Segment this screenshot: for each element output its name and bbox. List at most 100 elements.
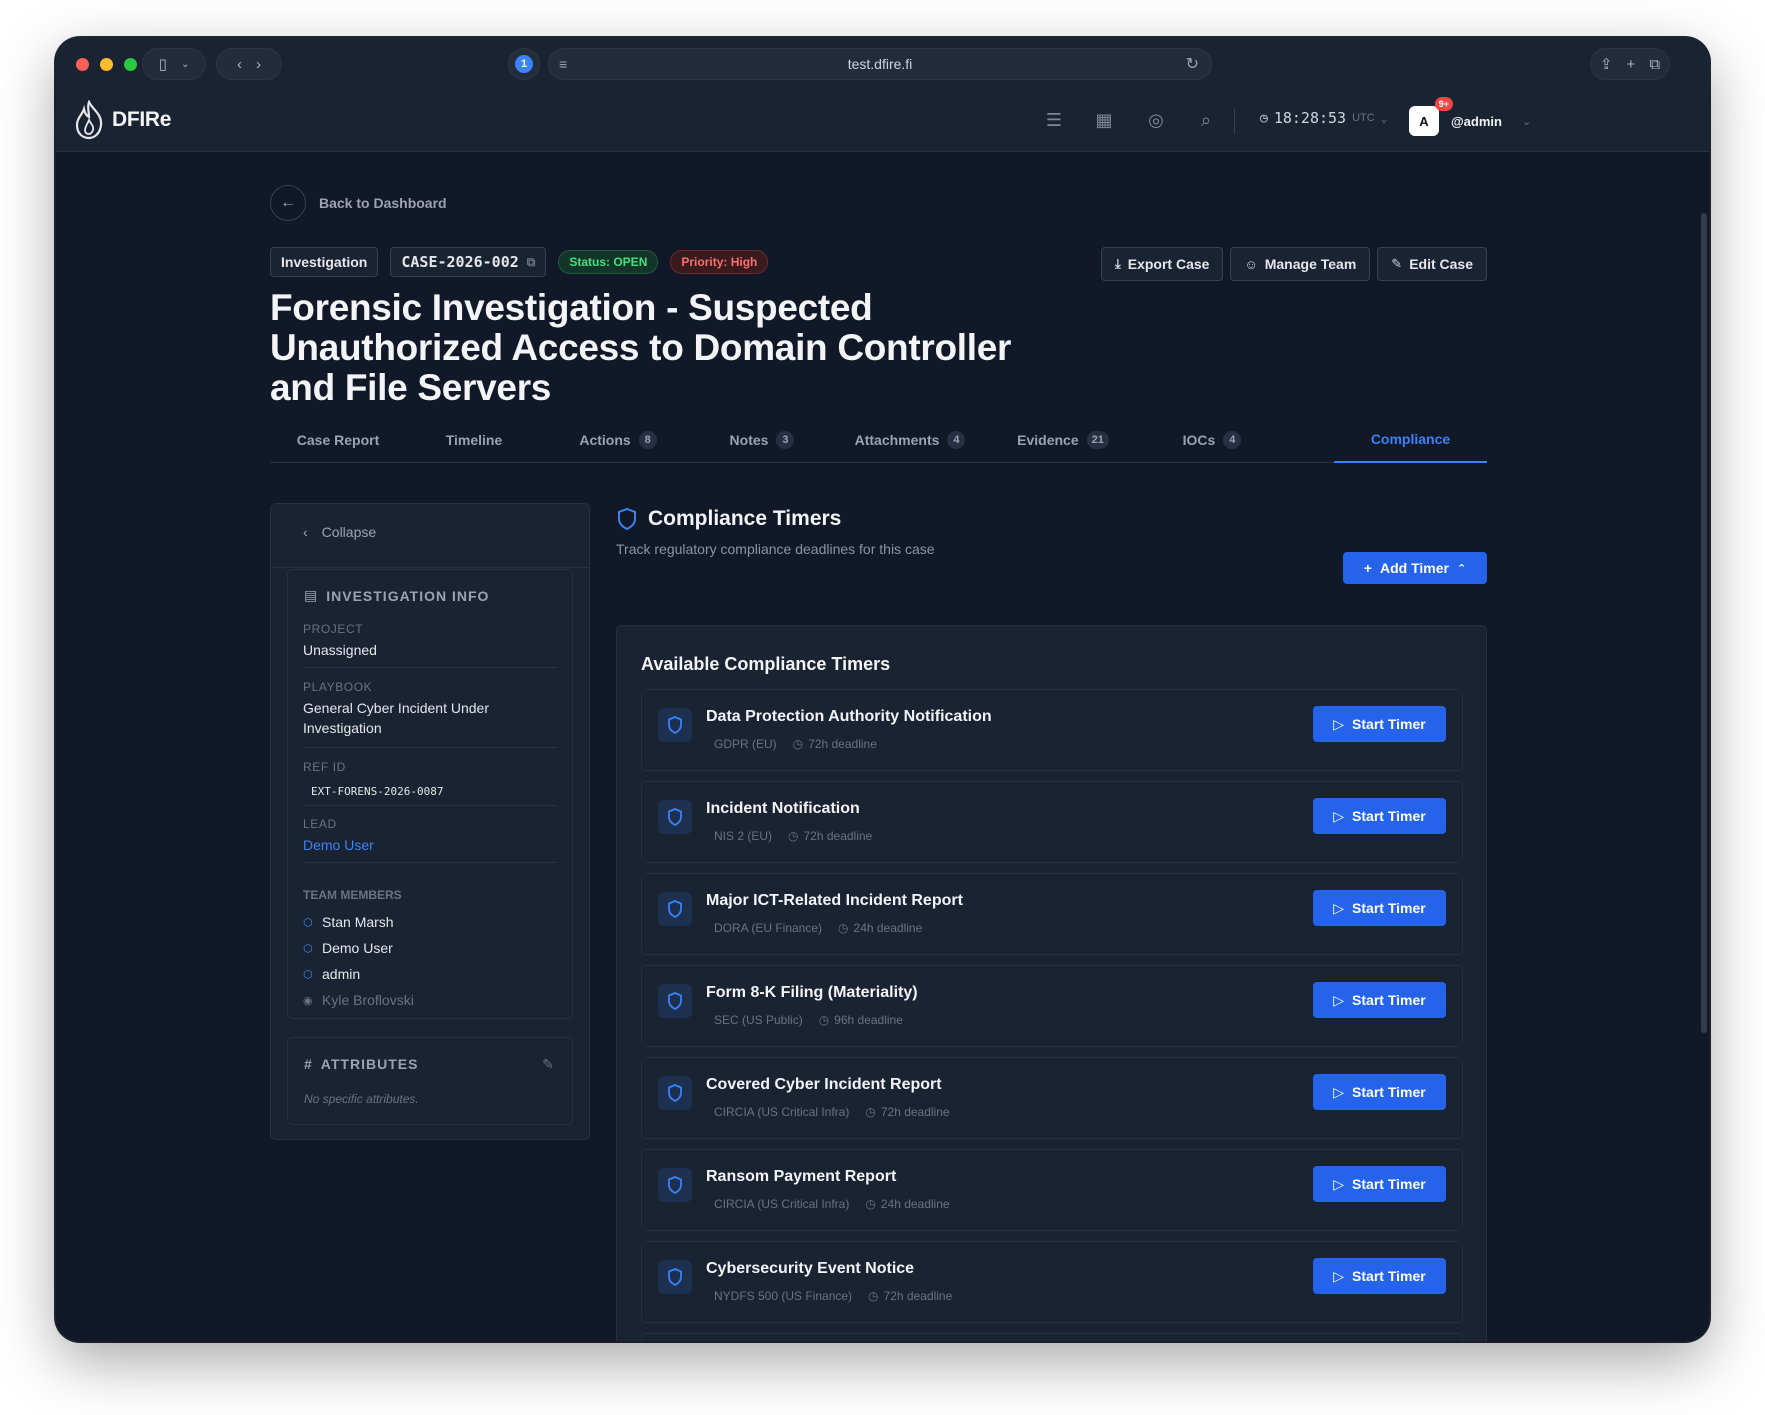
tab-attachments[interactable]: Attachments 4 (830, 417, 990, 463)
section-title: ATTRIBUTES (320, 1056, 419, 1072)
start-timer-button[interactable]: ▷ Start Timer (1313, 798, 1446, 834)
status-badge: Status: OPEN (558, 250, 659, 274)
project-field: PROJECT Unassigned (303, 622, 557, 668)
shield-icon: ⬡ (303, 916, 313, 929)
new-tab-icon[interactable]: + (1627, 56, 1636, 73)
tab-evidence[interactable]: Evidence 21 (990, 417, 1136, 463)
app-logo[interactable]: DFIRe (72, 100, 171, 140)
tab-notes[interactable]: Notes 3 (694, 417, 830, 463)
add-timer-button[interactable]: + Add Timer ⌃ (1343, 552, 1487, 584)
manage-team-button[interactable]: ☺ Manage Team (1230, 247, 1371, 281)
playbook-value: General Cyber Incident Under Investigati… (303, 700, 489, 736)
start-timer-label: Start Timer (1352, 992, 1426, 1008)
list-icon[interactable]: ☰ (1042, 108, 1066, 132)
tab-case-report[interactable]: Case Report (270, 417, 406, 463)
lead-link[interactable]: Demo User (303, 835, 557, 855)
tab-label: Actions (579, 432, 631, 448)
play-icon: ▷ (1333, 1083, 1345, 1100)
forward-arrow-icon[interactable]: › (256, 56, 261, 73)
reload-icon[interactable]: ↻ (1186, 54, 1199, 74)
history-nav[interactable]: ‹ › (216, 48, 282, 80)
edit-case-button[interactable]: ✎ Edit Case (1377, 247, 1487, 281)
tab-actions[interactable]: Actions 8 (542, 417, 694, 463)
utc-clock[interactable]: ◷ 18:28:53 UTC ⌄ (1260, 109, 1387, 127)
address-bar[interactable]: ≡ test.dfire.fi ↻ (548, 48, 1212, 80)
timer-meta: CIRCIA (US Critical Infra) ◷ 72h deadline (714, 1105, 950, 1119)
tab-timeline[interactable]: Timeline (406, 417, 542, 463)
clock-time: 18:28:53 (1273, 109, 1347, 127)
pencil-icon[interactable]: ✎ (542, 1056, 554, 1073)
avatar[interactable]: A 9+ (1409, 97, 1453, 136)
timer-deadline: ◷ 24h deadline (838, 921, 922, 935)
tab-compliance[interactable]: Compliance (1334, 417, 1487, 463)
lead-field: LEAD Demo User (303, 817, 557, 863)
start-timer-button[interactable]: ▷ Start Timer (1313, 1166, 1446, 1202)
compliance-subtitle: Track regulatory compliance deadlines fo… (616, 541, 935, 557)
start-timer-button[interactable]: ▷ Start Timer (1313, 706, 1446, 742)
timer-row: Ransom Payment Report CIRCIA (US Critica… (641, 1149, 1463, 1231)
case-actions: ⤓ Export Case ☺ Manage Team ✎ Edit Case (1101, 247, 1487, 281)
tab-label: Attachments (854, 432, 940, 448)
play-icon: ▷ (1333, 1175, 1345, 1192)
timer-regulation: NYDFS 500 (US Finance) (714, 1289, 853, 1303)
case-id: CASE-2026-002 (401, 253, 519, 271)
play-icon: ▷ (1333, 715, 1345, 732)
maximize-window-button[interactable] (124, 58, 137, 71)
tab-label: Evidence (1017, 432, 1079, 448)
team-member: ⬡ admin (303, 966, 414, 982)
username: @admin (1451, 113, 1502, 129)
start-timer-button[interactable]: ▷ Start Timer (1313, 890, 1446, 926)
timer-row: Cybersecurity Event Notice NYDFS 500 (US… (641, 1241, 1463, 1323)
tab-count: 21 (1086, 431, 1109, 449)
share-icon[interactable]: ⇪ (1600, 55, 1613, 73)
collapse-sidebar-button[interactable]: ‹ Collapse (303, 524, 376, 540)
fingerprint-icon[interactable]: ◎ (1144, 108, 1168, 132)
app-name: DFIRe (112, 108, 172, 131)
team-members: TEAM MEMBERS ⬡ Stan Marsh ⬡ Demo User ⬡ … (303, 888, 414, 1008)
page-scrollbar[interactable] (1701, 213, 1707, 1033)
building-icon[interactable]: ▦ (1092, 108, 1116, 132)
flame-logo-icon (75, 100, 103, 140)
back-arrow-icon[interactable]: ‹ (237, 56, 242, 73)
start-timer-button[interactable]: ▷ Start Timer (1313, 1074, 1446, 1110)
tabs-overview-icon[interactable]: ⧉ (1649, 56, 1660, 73)
compliance-title-text: Compliance Timers (648, 507, 842, 530)
case-tags: Investigation CASE-2026-002 ⧉ Status: OP… (270, 247, 769, 277)
available-timers-panel: Available Compliance Timers Data Protect… (616, 625, 1487, 1341)
password-manager-button[interactable]: 1 (508, 48, 540, 80)
start-timer-label: Start Timer (1352, 1176, 1426, 1192)
export-case-button[interactable]: ⤓ Export Case (1101, 247, 1224, 281)
play-icon: ▷ (1333, 899, 1345, 916)
start-timer-label: Start Timer (1352, 716, 1426, 732)
minimize-window-button[interactable] (100, 58, 113, 71)
field-label: LEAD (303, 817, 337, 831)
tab-count: 4 (947, 431, 966, 449)
play-icon: ▷ (1333, 991, 1345, 1008)
sidebar-toggle-button[interactable]: ▯ ⌄ (142, 48, 206, 80)
tab-count: 3 (776, 431, 795, 449)
close-window-button[interactable] (76, 58, 89, 71)
timer-row: Form 8-K Filing (Materiality) SEC (US Pu… (641, 965, 1463, 1047)
ref-id-value: EXT-FORENS-2026-0087 (311, 785, 444, 798)
start-timer-button[interactable]: ▷ Start Timer (1313, 982, 1446, 1018)
page-settings-icon[interactable]: ≡ (559, 56, 567, 72)
chevron-down-icon: ⌄ (1380, 111, 1388, 125)
notification-badge[interactable]: 9+ (1434, 97, 1453, 111)
case-id-tag[interactable]: CASE-2026-002 ⧉ (390, 247, 547, 277)
timer-name: Data Protection Authority Notification (706, 708, 992, 725)
search-icon[interactable]: ⌕ (1194, 108, 1218, 132)
user-menu[interactable]: A 9+ @admin ⌄ (1409, 97, 1531, 136)
divider (271, 567, 589, 568)
download-icon: ⤓ (1115, 256, 1121, 271)
copy-icon[interactable]: ⧉ (527, 255, 536, 270)
tab-iocs[interactable]: IOCs 4 (1136, 417, 1288, 463)
field-label: PROJECT (303, 622, 364, 636)
tab-label: Compliance (1370, 431, 1451, 447)
arrow-left-icon[interactable]: ← (270, 185, 306, 221)
project-value: Unassigned (303, 642, 377, 658)
avatar-letter: A (1419, 113, 1429, 129)
back-to-dashboard-link[interactable]: ← Back to Dashboard (270, 185, 447, 221)
start-timer-button[interactable]: ▷ Start Timer (1313, 1258, 1446, 1294)
clock-icon: ◷ (838, 921, 849, 935)
compliance-title: Compliance Timers (616, 507, 935, 531)
